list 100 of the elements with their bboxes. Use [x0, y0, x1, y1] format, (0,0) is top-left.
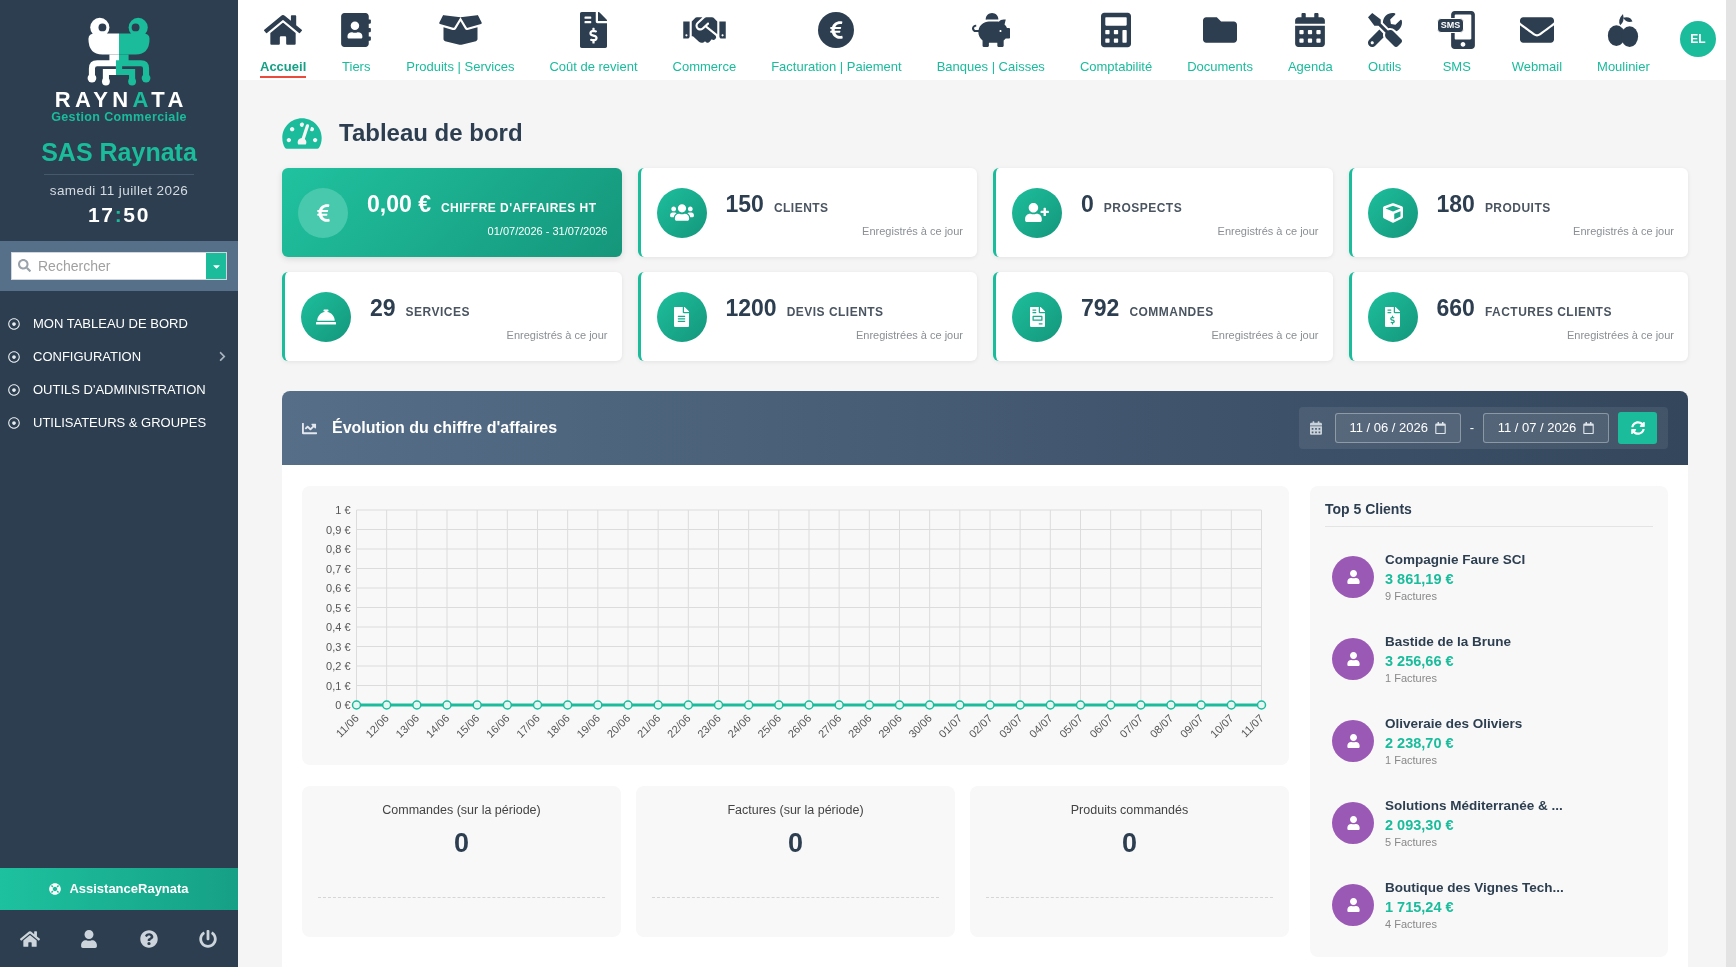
- nav-tab[interactable]: Outils: [1367, 0, 1402, 78]
- data-point: [1166, 700, 1176, 710]
- data-point: [1075, 700, 1086, 710]
- assistance-button[interactable]: AssistanceRaynata: [0, 868, 238, 910]
- stat-label: PROSPECTS: [1103, 199, 1183, 217]
- stat-label: DEVIS CLIENTS: [786, 303, 884, 321]
- menu-item[interactable]: CONFIGURATION: [0, 340, 238, 373]
- axis-label: 0,3 €: [326, 640, 351, 653]
- axis-label: 1 €: [335, 504, 351, 516]
- nav-tab[interactable]: Moulinier: [1597, 0, 1650, 78]
- user-avatar-icon: [1332, 638, 1374, 680]
- axis-label: 0,4 €: [326, 621, 351, 633]
- data-point: [653, 700, 663, 710]
- euro-icon: [298, 187, 348, 238]
- data-point: [412, 700, 422, 710]
- data-point: [502, 700, 513, 710]
- panel-title: Évolution du chiffre d'affaires: [332, 417, 558, 438]
- power-icon: [199, 929, 218, 948]
- nav-tab[interactable]: Documents: [1187, 0, 1253, 78]
- date-field[interactable]: 11 / 06 / 2026: [1334, 413, 1461, 443]
- menu-item[interactable]: OUTILS D'ADMINISTRATION: [0, 373, 238, 406]
- data-point: [472, 700, 482, 710]
- data-point: [442, 700, 452, 710]
- nav-tab[interactable]: Agenda: [1287, 0, 1333, 78]
- user-icon: [81, 929, 98, 948]
- search-field[interactable]: Rechercher: [11, 252, 227, 280]
- client-amount: 2 093,30 €: [1385, 816, 1455, 835]
- open-box-icon: [438, 13, 482, 47]
- date-field[interactable]: 11 / 07 / 2026: [1483, 413, 1609, 443]
- sms-bubble: SMS: [1436, 18, 1465, 33]
- page-title: Tableau de bord: [339, 118, 523, 148]
- summary-value: 0: [454, 827, 469, 859]
- data-point: [834, 700, 844, 710]
- data-point: [774, 700, 784, 710]
- nav-tab[interactable]: Facturation | Paiement: [771, 0, 902, 78]
- olives-icon: [1606, 12, 1641, 48]
- address-book-icon: [341, 13, 372, 47]
- client-invoices: 9 Factures: [1385, 589, 1438, 603]
- stat-value: 660: [1436, 293, 1475, 322]
- axis-label: 0,7 €: [326, 562, 351, 575]
- stat-subtitle: Enregistrées à ce jour: [1567, 327, 1674, 342]
- nav-tab[interactable]: Tiers: [341, 0, 372, 78]
- stat-label: SERVICES: [405, 303, 470, 321]
- user-avatar-icon: [1332, 720, 1374, 762]
- client-name: Oliveraie des Oliviers: [1385, 715, 1523, 733]
- speedometer-icon: [282, 115, 322, 151]
- user-avatar[interactable]: EL: [1680, 21, 1716, 57]
- data-point: [985, 700, 995, 710]
- menu-item[interactable]: UTILISATEURS & GROUPES: [0, 406, 238, 439]
- data-point: [1015, 700, 1025, 710]
- user-avatar-icon: [1332, 556, 1374, 598]
- summary-value: 0: [788, 827, 803, 859]
- client-amount: 3 256,66 €: [1385, 652, 1455, 671]
- stat-subtitle: Enregistrées à ce jour: [856, 327, 963, 342]
- data-point: [1045, 700, 1056, 710]
- menu-item[interactable]: MON TABLEAU DE BORD: [0, 307, 238, 340]
- client-name: Compagnie Faure SCI: [1385, 551, 1526, 569]
- stat-subtitle: Enregistrés à ce jour: [862, 223, 963, 238]
- client-name: Solutions Méditerranée & ...: [1385, 797, 1563, 815]
- data-point: [1196, 700, 1206, 710]
- tools-icon: [1367, 13, 1402, 47]
- nav-tab[interactable]: Banques | Caisses: [936, 0, 1045, 78]
- summary-label: Commandes (sur la période): [382, 802, 541, 818]
- stat-subtitle: Enregistrées à ce jour: [1211, 327, 1319, 342]
- axis-label: 0,6 €: [326, 582, 351, 594]
- client-invoices: 1 Factures: [1385, 753, 1438, 767]
- calendar-icon: [1583, 422, 1595, 434]
- stat-label: FACTURES CLIENTS: [1484, 303, 1612, 321]
- client-invoices: 5 Factures: [1385, 835, 1438, 849]
- data-point: [683, 700, 694, 710]
- nav-tab[interactable]: Produits | Services: [406, 0, 515, 78]
- axis-label: 0,9 €: [326, 523, 351, 536]
- calendar-icon: [1295, 13, 1326, 47]
- line-chart-icon: [302, 420, 317, 436]
- client-invoices: 4 Factures: [1385, 917, 1438, 931]
- axis-label: 0 €: [335, 699, 351, 711]
- data-point: [351, 700, 362, 710]
- logo-wordmark: RAYN ATA: [53, 89, 188, 110]
- nav-tab[interactable]: Accueil: [260, 0, 307, 78]
- refresh-icon: [1630, 421, 1645, 435]
- calculator-icon: [1101, 12, 1131, 48]
- help-icon: [139, 929, 158, 948]
- data-point: [381, 700, 392, 710]
- nav-tab[interactable]: Comptabilité: [1079, 0, 1153, 78]
- data-point: [924, 700, 935, 710]
- user-avatar-icon: [1332, 802, 1374, 844]
- stat-subtitle: 01/07/2026 - 31/07/2026: [487, 223, 608, 238]
- stat-value: 1200: [725, 293, 777, 322]
- nav-tab[interactable]: SMS SMS: [1436, 0, 1477, 78]
- data-point: [713, 700, 724, 710]
- client-name: Boutique des Vignes Tech...: [1385, 879, 1564, 897]
- stat-value: 29: [370, 293, 396, 322]
- invoice-icon: [579, 12, 607, 48]
- nav-tab[interactable]: Commerce: [672, 0, 737, 78]
- stat-value: 0,00 €: [367, 189, 431, 218]
- date-text: samedi 11 juillet 2026: [49, 182, 189, 200]
- home-icon: [264, 13, 303, 47]
- data-point: [955, 700, 965, 710]
- nav-tab[interactable]: Coût de revient: [549, 0, 638, 78]
- nav-tab[interactable]: Webmail: [1511, 0, 1563, 78]
